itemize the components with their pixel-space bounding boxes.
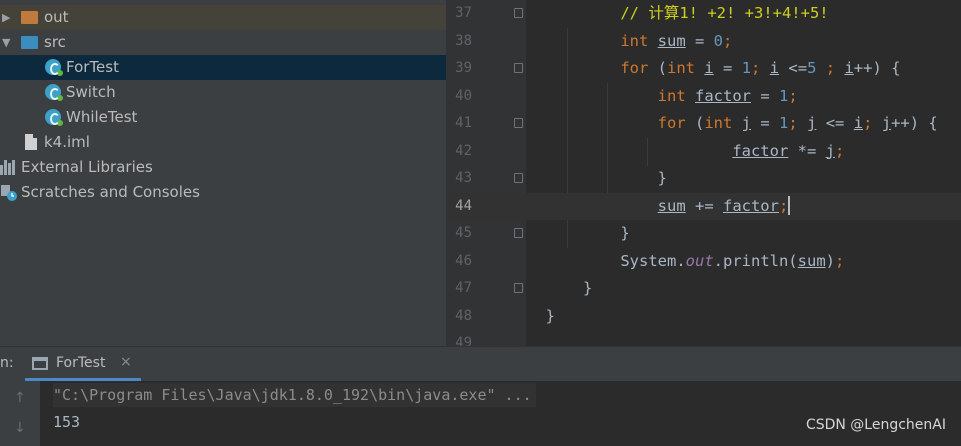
tree-item-label: Switch: [66, 83, 116, 101]
run-tab-label: ForTest: [56, 355, 106, 371]
fold-marker-icon[interactable]: [514, 118, 523, 128]
code-text: }: [620, 224, 630, 242]
code-text: for (int j = 1; j <= i; j++) {: [657, 114, 938, 132]
code-line-44-current[interactable]: 44 sum += factor;: [446, 192, 961, 220]
folder-icon: [21, 11, 38, 24]
tree-item-label: src: [44, 33, 66, 51]
code-text: factor *= j;: [732, 141, 845, 160]
tree-item-label: WhileTest: [66, 108, 138, 126]
run-tab-fortest[interactable]: ForTest ×: [25, 347, 141, 381]
tree-item-out[interactable]: ▶ out: [0, 5, 446, 30]
code-text: int sum = 0;: [620, 31, 733, 50]
code-line-48[interactable]: 48 }: [446, 303, 961, 331]
code-line-46[interactable]: 46 System.out.println(sum);: [446, 248, 961, 276]
module-file-icon: [25, 134, 37, 150]
tree-item-label: k4.iml: [44, 133, 90, 151]
tree-item-label: ForTest: [66, 58, 119, 76]
line-number: 44: [455, 197, 472, 214]
java-class-icon: [45, 59, 63, 76]
fold-marker-icon[interactable]: [514, 283, 523, 293]
close-icon[interactable]: ×: [120, 354, 132, 370]
code-text: }: [583, 279, 593, 297]
code-line-37[interactable]: 37 // 计算1! +2! +3!+4!+5!: [446, 0, 961, 28]
code-text: // 计算1! +2! +3!+4!+5!: [620, 4, 829, 22]
code-line-42[interactable]: 42 factor *= j;: [446, 138, 961, 166]
code-line-38[interactable]: 38 int sum = 0;: [446, 28, 961, 56]
fold-marker-icon[interactable]: [514, 63, 523, 73]
watermark: CSDN @LengchenAI: [805, 417, 946, 433]
line-number: 46: [455, 252, 472, 269]
tree-item-external-libraries[interactable]: External Libraries: [0, 155, 446, 180]
run-tool-window-header: n: ForTest ×: [0, 346, 961, 381]
code-line-43[interactable]: 43 }: [446, 165, 961, 193]
project-panel: ▶ out ▼ src ForTest Switch WhileTest k4.…: [0, 0, 446, 346]
console-output-line: 153: [53, 413, 81, 431]
chevron-right-icon[interactable]: ▶: [2, 5, 10, 30]
fold-marker-icon[interactable]: [514, 228, 523, 238]
scratches-icon: [0, 184, 18, 202]
line-number: 43: [455, 170, 472, 186]
line-number: 42: [455, 142, 472, 159]
tree-item-label: External Libraries: [21, 158, 153, 176]
chevron-down-icon[interactable]: ▼: [2, 30, 10, 55]
tree-item-label: out: [44, 8, 69, 26]
code-line-39[interactable]: 39 for (int i = 1; i <=5 ; i++) {: [446, 55, 961, 83]
line-number: 45: [455, 225, 472, 241]
code-line-49[interactable]: 49: [446, 330, 961, 346]
run-console[interactable]: ↑ ↓ "C:\Program Files\Java\jdk1.8.0_192\…: [0, 381, 961, 446]
console-icon: [32, 357, 48, 370]
java-class-icon: [45, 84, 63, 101]
code-text: sum += factor;: [657, 195, 791, 215]
line-number: 48: [455, 307, 472, 324]
library-icon: [0, 160, 18, 175]
tree-item-label: Scratches and Consoles: [21, 183, 200, 201]
line-number: 39: [455, 60, 472, 76]
tree-item-src[interactable]: ▼ src: [0, 30, 446, 55]
code-line-45[interactable]: 45 }: [446, 220, 961, 248]
tree-item-switch[interactable]: Switch: [0, 80, 446, 105]
line-number: 40: [455, 87, 472, 104]
line-number: 47: [455, 280, 472, 296]
tree-item-fortest[interactable]: ForTest: [0, 55, 446, 80]
line-number: 49: [455, 335, 472, 346]
code-text: }: [545, 306, 556, 325]
code-line-47[interactable]: 47 }: [446, 275, 961, 303]
code-line-41[interactable]: 41 for (int j = 1; j <= i; j++) {: [446, 110, 961, 138]
line-number: 37: [455, 5, 472, 21]
tree-item-k4-iml[interactable]: k4.iml: [0, 130, 446, 155]
text-caret: [788, 195, 791, 215]
code-text: int factor = 1;: [657, 86, 798, 105]
arrow-up-icon[interactable]: ↑: [14, 390, 26, 406]
code-text: }: [657, 169, 667, 187]
source-folder-icon: [21, 36, 38, 49]
code-editor[interactable]: 37 // 计算1! +2! +3!+4!+5! 38 int sum = 0;…: [446, 0, 961, 346]
code-line-40[interactable]: 40 int factor = 1;: [446, 83, 961, 111]
tree-item-whiletest[interactable]: WhileTest: [0, 105, 446, 130]
fold-marker-icon[interactable]: [514, 173, 523, 183]
tree-item-scratches[interactable]: Scratches and Consoles: [0, 180, 446, 205]
line-number: 41: [455, 115, 472, 131]
fold-marker-icon[interactable]: [514, 8, 523, 18]
console-toolbar: ↑ ↓: [0, 381, 40, 446]
code-text: for (int i = 1; i <=5 ; i++) {: [620, 59, 901, 77]
line-number: 38: [455, 32, 472, 49]
console-command-line: "C:\Program Files\Java\jdk1.8.0_192\bin\…: [53, 383, 536, 407]
java-class-icon: [45, 109, 63, 126]
code-text: System.out.println(sum);: [620, 251, 845, 270]
run-label: n:: [0, 355, 14, 371]
arrow-down-icon[interactable]: ↓: [14, 420, 26, 436]
